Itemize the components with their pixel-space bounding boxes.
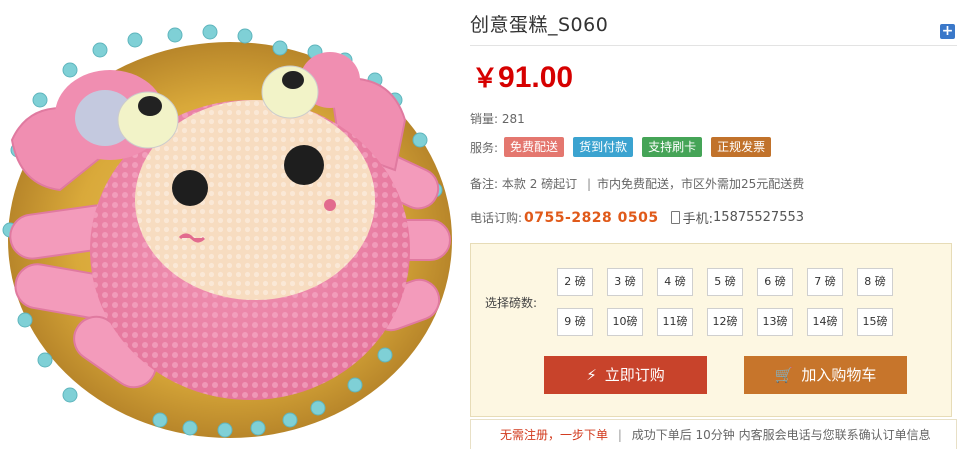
weight-option-14[interactable]: 14磅: [807, 308, 843, 336]
weight-option-3[interactable]: 3 磅: [607, 268, 643, 296]
weight-option-2[interactable]: 2 磅: [557, 268, 593, 296]
weight-selection-panel: 选择磅数: 2 磅 3 磅 4 磅 5 磅 6 磅 7 磅 8 磅 9 磅 10…: [470, 243, 952, 417]
weight-option-5[interactable]: 5 磅: [707, 268, 743, 296]
mobile-number: 15875527553: [713, 210, 805, 225]
note-delivery: 市内免费配送，市区外需加25元配送费: [597, 177, 805, 191]
badge-card-payment: 支持刷卡: [642, 137, 703, 157]
price-value: 91.00: [498, 61, 574, 94]
add-to-cart-button[interactable]: 🛒 加入购物车: [744, 356, 907, 394]
footer-separator: |: [617, 428, 622, 442]
product-image: [0, 0, 455, 449]
service-badges: 服务: 免费配送 货到付款 支持刷卡 正规发票: [470, 137, 780, 157]
note-separator: |: [586, 177, 592, 191]
weight-option-11[interactable]: 11磅: [657, 308, 693, 336]
note-min-order: 本款 2 磅起订: [501, 177, 578, 191]
title-divider: [470, 45, 957, 46]
badge-invoice: 正规发票: [711, 137, 772, 157]
order-info-bar: 无需注册，一步下单 | 成功下单后 10分钟 内客服会电话与您联系确认订单信息: [470, 419, 957, 449]
sales-label: 销量:: [470, 112, 499, 126]
lightning-icon: ⚡: [586, 366, 597, 384]
plus-icon[interactable]: +: [940, 24, 955, 39]
order-note: 备注: 本款 2 磅起订 | 市内免费配送，市区外需加25元配送费: [470, 175, 804, 192]
weight-option-15[interactable]: 15磅: [857, 308, 893, 336]
weight-label: 选择磅数:: [485, 296, 538, 310]
weight-option-9[interactable]: 9 磅: [557, 308, 593, 336]
sales-value: 281: [501, 112, 525, 126]
phone-order: 电话订购: 0755-2828 0505 手机: 15875527553: [470, 208, 805, 228]
badge-cash-on-delivery: 货到付款: [573, 137, 634, 157]
weight-option-13[interactable]: 13磅: [757, 308, 793, 336]
order-now-button[interactable]: ⚡ 立即订购: [544, 356, 707, 394]
weight-option-7[interactable]: 7 磅: [807, 268, 843, 296]
phone-label: 电话订购:: [470, 211, 523, 225]
footer-highlight: 无需注册，一步下单: [500, 428, 609, 442]
weight-option-8[interactable]: 8 磅: [857, 268, 893, 296]
sales-count: 销量: 281: [470, 110, 525, 127]
product-title: 创意蛋糕_S060: [470, 14, 609, 36]
product-price: ￥91.00: [472, 58, 573, 95]
mobile-phone-icon: [670, 211, 680, 224]
price-symbol: ￥: [472, 63, 499, 93]
weight-option-6[interactable]: 6 磅: [757, 268, 793, 296]
cart-icon: 🛒: [774, 366, 794, 384]
weight-option-4[interactable]: 4 磅: [657, 268, 693, 296]
weight-option-10[interactable]: 10磅: [607, 308, 643, 336]
add-to-cart-label: 加入购物车: [801, 366, 877, 384]
services-label: 服务:: [470, 140, 499, 155]
phone-number: 0755-2828 0505: [524, 209, 659, 226]
order-now-label: 立即订购: [604, 366, 665, 384]
badge-free-delivery: 免费配送: [504, 137, 565, 157]
footer-text: 成功下单后 10分钟 内客服会电话与您联系确认订单信息: [631, 428, 931, 442]
mobile-label: 手机:: [682, 212, 714, 227]
note-label: 备注:: [470, 177, 499, 191]
weight-option-12[interactable]: 12磅: [707, 308, 743, 336]
